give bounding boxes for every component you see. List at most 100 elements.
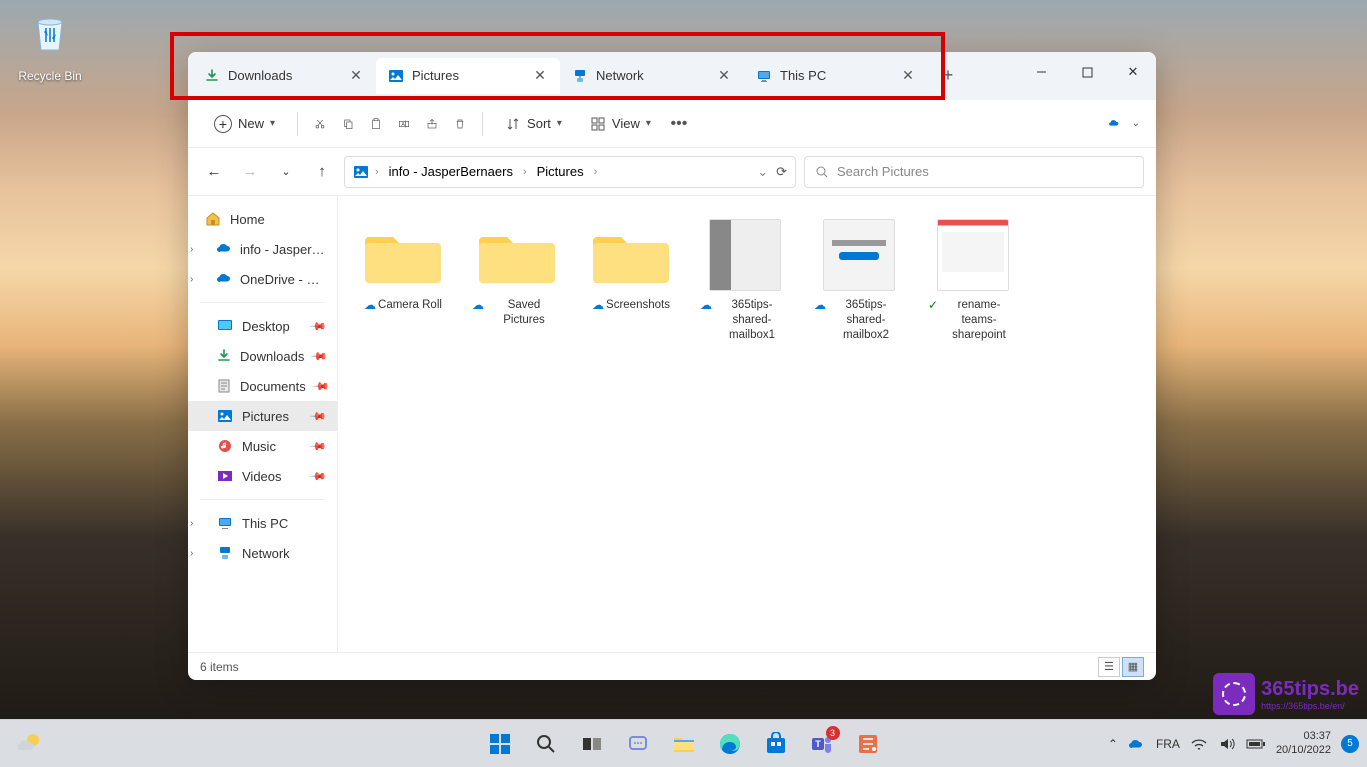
folder-camera-roll[interactable]: ☁Camera Roll [354, 212, 452, 347]
search-input[interactable]: Search Pictures [804, 156, 1144, 188]
tab-close-button[interactable]: ✕ [716, 68, 732, 84]
wifi-tray-icon[interactable] [1190, 735, 1208, 753]
cloud-sync-icon: ☁ [814, 298, 826, 314]
pin-icon[interactable]: 📌 [311, 377, 330, 396]
cloud-icon [216, 270, 232, 288]
pin-icon[interactable]: 📌 [310, 347, 329, 366]
new-label: New [238, 116, 264, 131]
onedrive-tray-icon[interactable] [1128, 735, 1146, 753]
clock[interactable]: 03:37 20/10/2022 [1276, 730, 1331, 756]
refresh-button[interactable]: ⟳ [776, 164, 787, 180]
search-button[interactable] [526, 724, 566, 764]
back-button[interactable]: ← [200, 158, 228, 186]
item-name: 365tips-shared-mailbox2 [828, 298, 904, 343]
details-view-button[interactable]: ☰ [1098, 657, 1120, 677]
sidebar-pictures[interactable]: Pictures 📌 [188, 401, 337, 431]
snipping-button[interactable] [848, 724, 888, 764]
share-icon[interactable] [422, 114, 442, 134]
store-button[interactable] [756, 724, 796, 764]
copy-icon[interactable] [338, 114, 358, 134]
paste-icon[interactable] [366, 114, 386, 134]
toolbar: + New ▾ A Sort ▾ View ▾ ••• ⌄ [188, 100, 1156, 148]
tab-downloads[interactable]: Downloads ✕ [192, 58, 376, 94]
sidebar-onedrive-personal[interactable]: › OneDrive - Persona [188, 264, 337, 294]
minimize-button[interactable] [1018, 52, 1064, 92]
view-button[interactable]: View ▾ [580, 110, 661, 138]
breadcrumb-root[interactable]: info - JasperBernaers [385, 162, 517, 181]
chevron-right-icon[interactable]: › [190, 548, 193, 559]
sidebar-item-label: Home [230, 212, 265, 227]
onedrive-status-icon[interactable] [1104, 114, 1124, 134]
volume-tray-icon[interactable] [1218, 735, 1236, 753]
pin-icon[interactable]: 📌 [309, 467, 328, 486]
taskview-button[interactable] [572, 724, 612, 764]
pin-icon[interactable]: 📌 [309, 407, 328, 426]
chevron-right-icon[interactable]: › [523, 166, 527, 178]
sidebar-videos[interactable]: Videos 📌 [188, 461, 337, 491]
sidebar-documents[interactable]: Documents 📌 [188, 371, 337, 401]
network-icon [216, 544, 234, 562]
recent-dropdown[interactable]: ⌄ [272, 158, 300, 186]
icons-view-button[interactable]: ▦ [1122, 657, 1144, 677]
new-button[interactable]: + New ▾ [204, 109, 285, 139]
chevron-right-icon[interactable]: › [190, 518, 193, 529]
sidebar-thispc[interactable]: › This PC [188, 508, 337, 538]
delete-icon[interactable] [450, 114, 470, 134]
forward-button[interactable]: → [236, 158, 264, 186]
teams-button[interactable]: T3 [802, 724, 842, 764]
address-bar[interactable]: › info - JasperBernaers › Pictures › ⌄ ⟳ [344, 156, 796, 188]
plus-icon: + [214, 115, 232, 133]
sort-button[interactable]: Sort ▾ [495, 110, 572, 138]
tab-pictures[interactable]: Pictures ✕ [376, 58, 560, 94]
rename-icon[interactable]: A [394, 114, 414, 134]
sidebar-item-label: This PC [242, 516, 288, 531]
close-button[interactable]: ✕ [1110, 52, 1156, 92]
watermark: 365tips.be https://365tips.be/en/ [1213, 673, 1359, 715]
language-indicator[interactable]: FRA [1156, 737, 1180, 751]
recycle-bin-label: Recycle Bin [18, 69, 81, 83]
up-button[interactable]: ↑ [308, 158, 336, 186]
address-dropdown-icon[interactable]: ⌄ [757, 164, 768, 180]
pin-icon[interactable]: 📌 [309, 437, 328, 456]
explorer-button[interactable] [664, 724, 704, 764]
tab-close-button[interactable]: ✕ [532, 68, 548, 84]
content-area[interactable]: ☁Camera Roll ☁Saved Pictures ☁Screenshot… [338, 196, 1156, 652]
tab-close-button[interactable]: ✕ [900, 68, 916, 84]
chevron-right-icon[interactable]: › [594, 166, 598, 178]
weather-widget[interactable] [16, 730, 44, 758]
sidebar-onedrive-info[interactable]: › info - JasperBernae [188, 234, 337, 264]
more-button[interactable]: ••• [669, 114, 689, 134]
chevron-down-icon[interactable]: ⌄ [1132, 118, 1140, 129]
tab-network[interactable]: Network ✕ [560, 58, 744, 94]
download-icon [216, 347, 232, 365]
recycle-bin[interactable]: Recycle Bin [10, 10, 90, 85]
chat-button[interactable] [618, 724, 658, 764]
sidebar-desktop[interactable]: Desktop 📌 [188, 311, 337, 341]
chevron-right-icon[interactable]: › [190, 274, 193, 285]
notification-badge[interactable]: 5 [1341, 735, 1359, 753]
sidebar-music[interactable]: Music 📌 [188, 431, 337, 461]
new-tab-button[interactable]: + [932, 60, 964, 92]
maximize-button[interactable] [1064, 52, 1110, 92]
folder-screenshots[interactable]: ☁Screenshots [582, 212, 680, 347]
folder-saved-pictures[interactable]: ☁Saved Pictures [468, 212, 566, 347]
image-rename-teams-sharepoint[interactable]: ✓rename-teams-sharepoint [924, 212, 1022, 347]
tab-thispc[interactable]: This PC ✕ [744, 58, 928, 94]
edge-button[interactable] [710, 724, 750, 764]
breadcrumb-current[interactable]: Pictures [533, 162, 588, 181]
sidebar-home[interactable]: Home [188, 204, 337, 234]
chevron-right-icon[interactable]: › [190, 244, 193, 255]
pin-icon[interactable]: 📌 [309, 317, 328, 336]
battery-tray-icon[interactable] [1246, 737, 1266, 751]
sidebar-downloads[interactable]: Downloads 📌 [188, 341, 337, 371]
tab-label: This PC [780, 68, 892, 83]
start-button[interactable] [480, 724, 520, 764]
sidebar-network[interactable]: › Network [188, 538, 337, 568]
cut-icon[interactable] [310, 114, 330, 134]
chevron-right-icon[interactable]: › [375, 166, 379, 178]
image-365tips-shared-mailbox1[interactable]: ☁365tips-shared-mailbox1 [696, 212, 794, 347]
image-365tips-shared-mailbox2[interactable]: ☁365tips-shared-mailbox2 [810, 212, 908, 347]
tray-chevron-icon[interactable]: ⌃ [1108, 737, 1118, 751]
folder-icon [479, 223, 555, 287]
tab-close-button[interactable]: ✕ [348, 68, 364, 84]
